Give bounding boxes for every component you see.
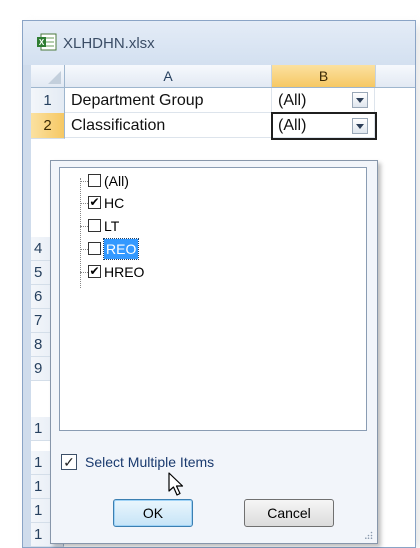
- tree-branch-line: [80, 226, 88, 227]
- tree-branch-line: [80, 272, 88, 273]
- column-header-row: A B: [31, 65, 415, 88]
- filter-item-label: HREO: [104, 264, 145, 280]
- cancel-button[interactable]: Cancel: [244, 499, 334, 527]
- cell-a2[interactable]: Classification: [65, 113, 272, 138]
- svg-text:X: X: [39, 38, 45, 47]
- filter-item-tree[interactable]: (All) ✔ HC LT REO ✔ HREO: [59, 167, 367, 431]
- unchecked-checkbox-icon[interactable]: [88, 174, 101, 187]
- tree-branch-line: [80, 181, 88, 182]
- filter-dropdown-button-2[interactable]: [352, 118, 368, 134]
- window-title: XLHDHN.xlsx: [63, 35, 155, 52]
- tree-branch-line: [80, 249, 88, 250]
- checked-checkbox-icon[interactable]: ✓: [61, 454, 77, 470]
- filter-item-label: LT: [104, 218, 120, 234]
- unchecked-checkbox-icon[interactable]: [88, 219, 101, 232]
- tree-branch-line: [80, 203, 88, 204]
- filter-dropdown-button-1[interactable]: [352, 92, 368, 108]
- chevron-down-icon: [356, 124, 364, 129]
- filter-item-label-highlighted: REO: [102, 238, 140, 260]
- chevron-down-icon: [356, 98, 364, 103]
- column-header-b[interactable]: B: [272, 65, 376, 87]
- filter-popup: (All) ✔ HC LT REO ✔ HREO ✓ Select Multip…: [50, 160, 378, 544]
- mouse-pointer-icon: [168, 472, 184, 496]
- select-all-corner[interactable]: [31, 65, 65, 87]
- column-header-a[interactable]: A: [65, 65, 272, 87]
- row-header-2[interactable]: 2: [31, 113, 65, 139]
- unchecked-checkbox-icon[interactable]: [88, 242, 101, 255]
- checked-checkbox-icon[interactable]: ✔: [88, 196, 101, 209]
- select-multiple-label: Select Multiple Items: [85, 454, 215, 470]
- title-bar: X XLHDHN.xlsx: [23, 21, 415, 65]
- cell-a1[interactable]: Department Group: [65, 88, 272, 113]
- ok-button[interactable]: OK: [113, 499, 193, 527]
- resize-grip-icon[interactable]: [365, 531, 373, 539]
- filter-item-label: (All): [104, 173, 129, 189]
- row-header-1[interactable]: 1: [31, 88, 65, 114]
- checked-checkbox-icon[interactable]: ✔: [88, 265, 101, 278]
- excel-file-icon: X: [37, 33, 57, 51]
- filter-item-label: HC: [104, 195, 125, 211]
